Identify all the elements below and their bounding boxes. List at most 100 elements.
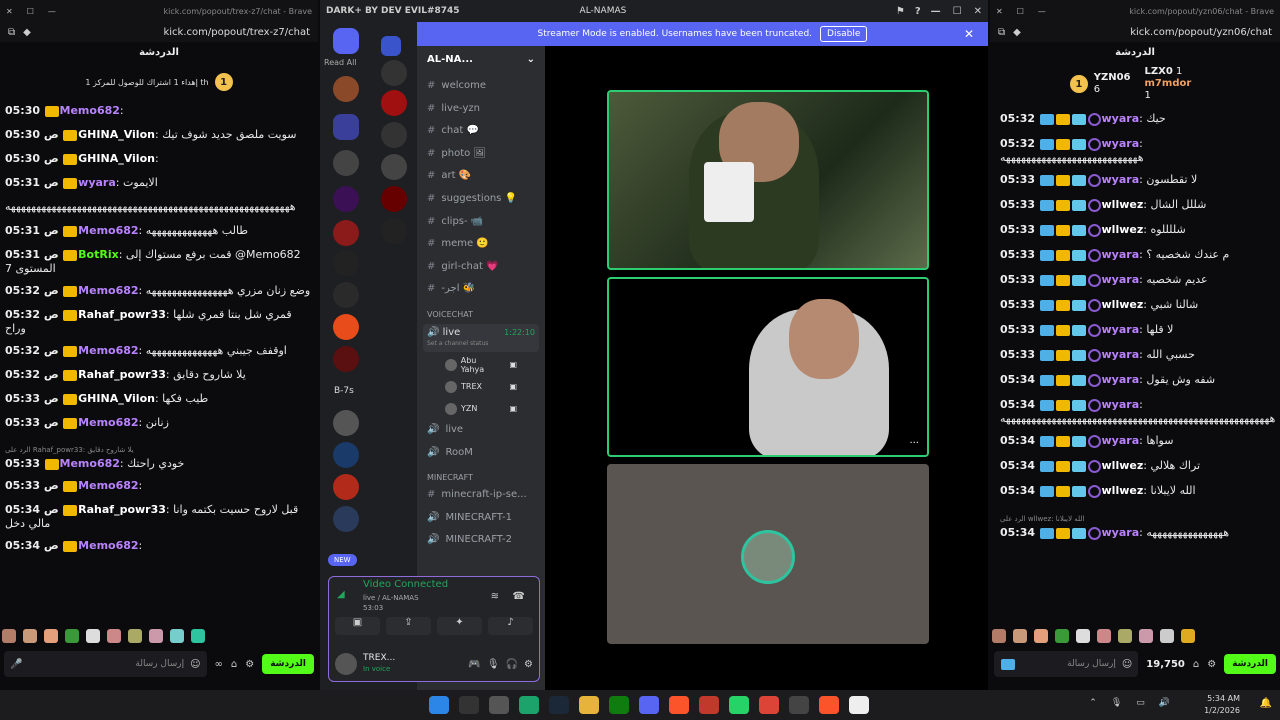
server-icon[interactable] bbox=[381, 154, 407, 180]
channel-item[interactable]: # suggestions 💡 bbox=[417, 189, 545, 212]
server-icon[interactable] bbox=[381, 60, 407, 86]
username[interactable]: BotRix bbox=[78, 248, 119, 261]
chrome-icon[interactable] bbox=[759, 696, 779, 714]
username[interactable]: Memo682 bbox=[78, 284, 138, 297]
category-voicechat[interactable]: VOICECHAT bbox=[417, 302, 545, 322]
discord-icon[interactable] bbox=[639, 696, 659, 714]
channel-item[interactable]: # chat 💬 bbox=[417, 121, 545, 144]
brave-icon[interactable] bbox=[819, 696, 839, 714]
emote-icon[interactable] bbox=[1055, 629, 1069, 643]
emote-icon[interactable] bbox=[128, 629, 142, 643]
username[interactable]: wllwez bbox=[1102, 298, 1144, 311]
username[interactable]: Memo682 bbox=[78, 344, 138, 357]
username[interactable]: Memo682 bbox=[60, 104, 120, 117]
store-icon[interactable]: ⌂ bbox=[1193, 659, 1199, 670]
channel-item[interactable]: # -اجر 🐝 bbox=[417, 279, 545, 302]
username[interactable]: wyara bbox=[1102, 248, 1140, 261]
channel-item[interactable]: # live-yzn bbox=[417, 99, 545, 122]
username[interactable]: wyara bbox=[1102, 112, 1140, 125]
mic-icon[interactable]: 🎙 bbox=[1111, 698, 1122, 708]
server-icon[interactable] bbox=[333, 220, 359, 246]
username[interactable]: wyara bbox=[1102, 434, 1140, 447]
username[interactable]: wyara bbox=[1102, 273, 1140, 286]
help-icon[interactable]: ? bbox=[915, 6, 921, 17]
video-tile-1[interactable] bbox=[607, 90, 929, 270]
username[interactable]: GHINA_Vilon bbox=[78, 152, 155, 165]
username[interactable]: Memo682 bbox=[78, 539, 138, 552]
username[interactable]: GHINA_Vilon bbox=[78, 392, 155, 405]
username[interactable]: wyara bbox=[1102, 398, 1140, 411]
username[interactable]: wyara bbox=[78, 176, 116, 189]
server-icon[interactable] bbox=[333, 250, 359, 276]
screen-share-button[interactable]: ⇪ bbox=[386, 617, 431, 635]
emote-icon[interactable] bbox=[1034, 629, 1048, 643]
points-balance[interactable]: 19,750 bbox=[1146, 659, 1185, 670]
notifications-icon[interactable]: 🔔 bbox=[1260, 698, 1272, 709]
username[interactable]: Memo682 bbox=[78, 479, 138, 492]
username[interactable]: wyara bbox=[1102, 323, 1140, 336]
emote-icon[interactable] bbox=[23, 629, 37, 643]
maximize-icon[interactable]: ☐ bbox=[1017, 7, 1024, 16]
chevron-down-icon[interactable]: ⌄ bbox=[527, 54, 535, 68]
username[interactable]: Memo682 bbox=[78, 224, 138, 237]
emote-icon[interactable] bbox=[2, 629, 16, 643]
emote-icon[interactable] bbox=[1097, 629, 1111, 643]
channel-item[interactable]: # art 🎨 bbox=[417, 166, 545, 189]
channel-minecraft-2[interactable]: 🔊 MINECRAFT-2 bbox=[417, 530, 545, 553]
start-icon[interactable] bbox=[429, 696, 449, 714]
whatsapp-icon[interactable] bbox=[729, 696, 749, 714]
voice-channel-room[interactable]: 🔊 RooM bbox=[417, 443, 545, 466]
emote-icon[interactable] bbox=[1139, 629, 1153, 643]
voice-user[interactable]: Abu Yahya ▣ bbox=[417, 354, 545, 376]
server-icon[interactable] bbox=[333, 314, 359, 340]
avatar[interactable] bbox=[335, 653, 357, 675]
channel-item[interactable]: # welcome bbox=[417, 76, 545, 99]
emote-icon[interactable] bbox=[1076, 629, 1090, 643]
server-icon[interactable] bbox=[333, 506, 359, 532]
channel-item[interactable]: # clips- 📹 bbox=[417, 212, 545, 235]
settings-icon[interactable]: ⚙ bbox=[524, 659, 533, 670]
server-icon[interactable] bbox=[333, 282, 359, 308]
settings-icon[interactable]: ⚙ bbox=[1207, 659, 1216, 670]
voice-user[interactable]: YZN ▣ bbox=[417, 398, 545, 420]
server-icon[interactable] bbox=[381, 218, 407, 244]
channel-item[interactable]: # meme 🙂 bbox=[417, 234, 545, 257]
app-icon[interactable] bbox=[699, 696, 719, 714]
close-icon[interactable]: ✕ bbox=[996, 7, 1003, 16]
username[interactable]: wyara bbox=[1102, 373, 1140, 386]
read-all[interactable]: Read All bbox=[324, 58, 357, 67]
search-icon[interactable] bbox=[459, 696, 479, 714]
maximize-icon[interactable]: ☐ bbox=[27, 7, 34, 16]
channel-minecraft-ip[interactable]: # minecraft-ip-se... bbox=[417, 485, 545, 508]
settings-icon[interactable]: ⚙ bbox=[245, 659, 254, 670]
disable-button[interactable]: Disable bbox=[820, 26, 868, 42]
server-icon[interactable] bbox=[381, 90, 407, 116]
app-icon[interactable] bbox=[849, 696, 869, 714]
emoji-icon[interactable]: ☺ bbox=[1122, 659, 1132, 670]
close-icon[interactable]: ✕ bbox=[6, 7, 13, 16]
noise-suppression-icon[interactable]: ≋ bbox=[491, 591, 499, 602]
emote-icon[interactable] bbox=[1181, 629, 1195, 643]
username[interactable]: Rahaf_powr33 bbox=[78, 368, 166, 381]
video-tile-3[interactable] bbox=[607, 464, 929, 644]
username[interactable]: wyara bbox=[1102, 173, 1140, 186]
left-address-bar[interactable]: ⧉ ◆ kick.com/popout/trex-z7/chat bbox=[0, 22, 318, 42]
minimize-icon[interactable]: — bbox=[1038, 7, 1046, 16]
activities-button[interactable]: ✦ bbox=[437, 617, 482, 635]
disconnect-icon[interactable]: ☎ bbox=[513, 591, 525, 602]
volume-icon[interactable]: 🔊 bbox=[1159, 698, 1170, 708]
server-icon[interactable] bbox=[333, 442, 359, 468]
steam-icon[interactable] bbox=[549, 696, 569, 714]
taskbar-clock[interactable]: 5:34 AM 1/2/2026 bbox=[1204, 693, 1240, 717]
voice-channel-live[interactable]: 🔊 live 1:22:10 Set a channel status bbox=[423, 323, 539, 352]
channel-item[interactable]: # photo 🖼 bbox=[417, 144, 545, 167]
server-icon[interactable] bbox=[333, 346, 359, 372]
store-icon[interactable]: ⌂ bbox=[231, 659, 237, 670]
username[interactable]: wyara bbox=[1102, 137, 1140, 150]
channel-item[interactable]: # girl-chat 💗 bbox=[417, 257, 545, 280]
edge-icon[interactable] bbox=[519, 696, 539, 714]
folder-icon[interactable] bbox=[381, 36, 401, 56]
camera-button[interactable]: ▣ bbox=[335, 617, 380, 635]
username[interactable]: wllwez bbox=[1102, 223, 1144, 236]
extension-icon[interactable]: ⧉ bbox=[998, 27, 1005, 38]
